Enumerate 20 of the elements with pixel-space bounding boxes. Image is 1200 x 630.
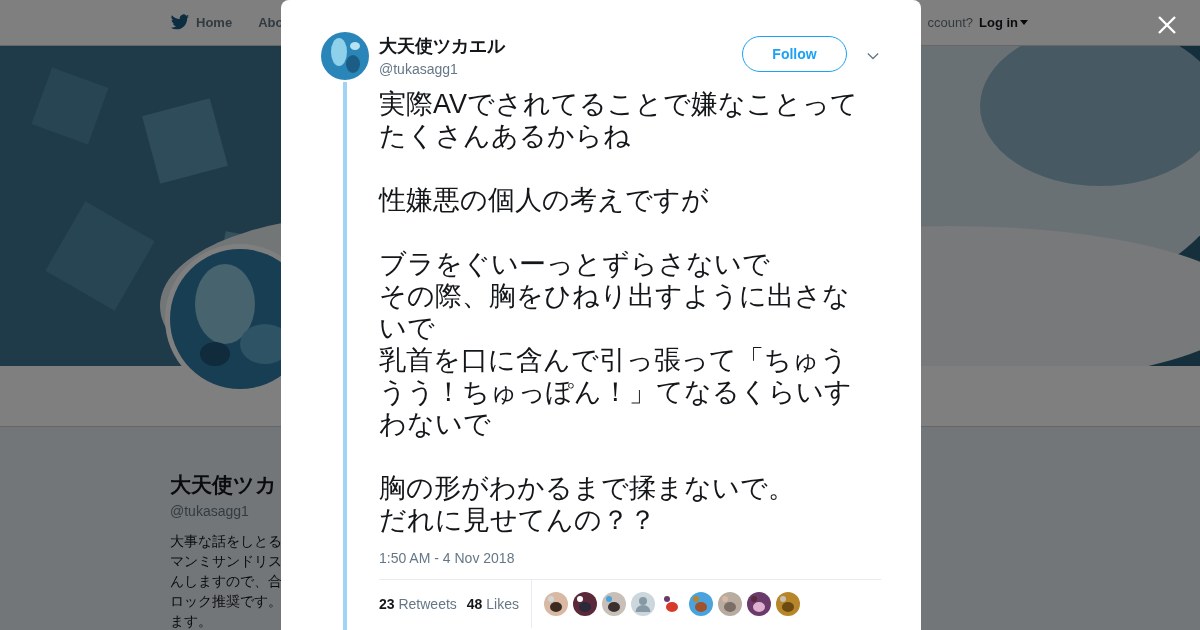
- stat-count[interactable]: 48 Likes: [466, 596, 519, 612]
- close-icon[interactable]: [1158, 16, 1176, 34]
- bio-text: んしますので、合: [170, 572, 283, 591]
- caret-icon: [1020, 20, 1028, 25]
- bird-icon[interactable]: [170, 14, 190, 31]
- profile-handle: @tukasagg1: [170, 503, 250, 519]
- bio-text: 大事な話をしとる: [170, 532, 283, 551]
- bio-text: ます。: [170, 612, 213, 630]
- tweet-timestamp[interactable]: 1:50 AM - 4 Nov 2018: [379, 550, 881, 566]
- tweet-text: 乳首を口に含んで引っ張って「ちゅううう！ちゅっぽん！」てなるくらいすわないで: [379, 344, 853, 440]
- account-prompt: ccount?: [927, 15, 973, 30]
- avatar-icon[interactable]: [631, 592, 655, 616]
- nav-link[interactable]: Home: [196, 15, 233, 30]
- bio-text: マンミサンドリス: [170, 552, 283, 571]
- tweet-text: だれに見せてんの？？: [379, 504, 656, 536]
- tweet-text: 胸の形がわかるまで揉まないで。: [379, 472, 795, 504]
- login-link[interactable]: Log in: [979, 15, 1028, 30]
- profile-name: 大天使ツカ: [170, 472, 278, 498]
- bio-text: ロック推奨です。: [170, 592, 283, 611]
- stat-count[interactable]: 23 Retweets: [379, 596, 457, 612]
